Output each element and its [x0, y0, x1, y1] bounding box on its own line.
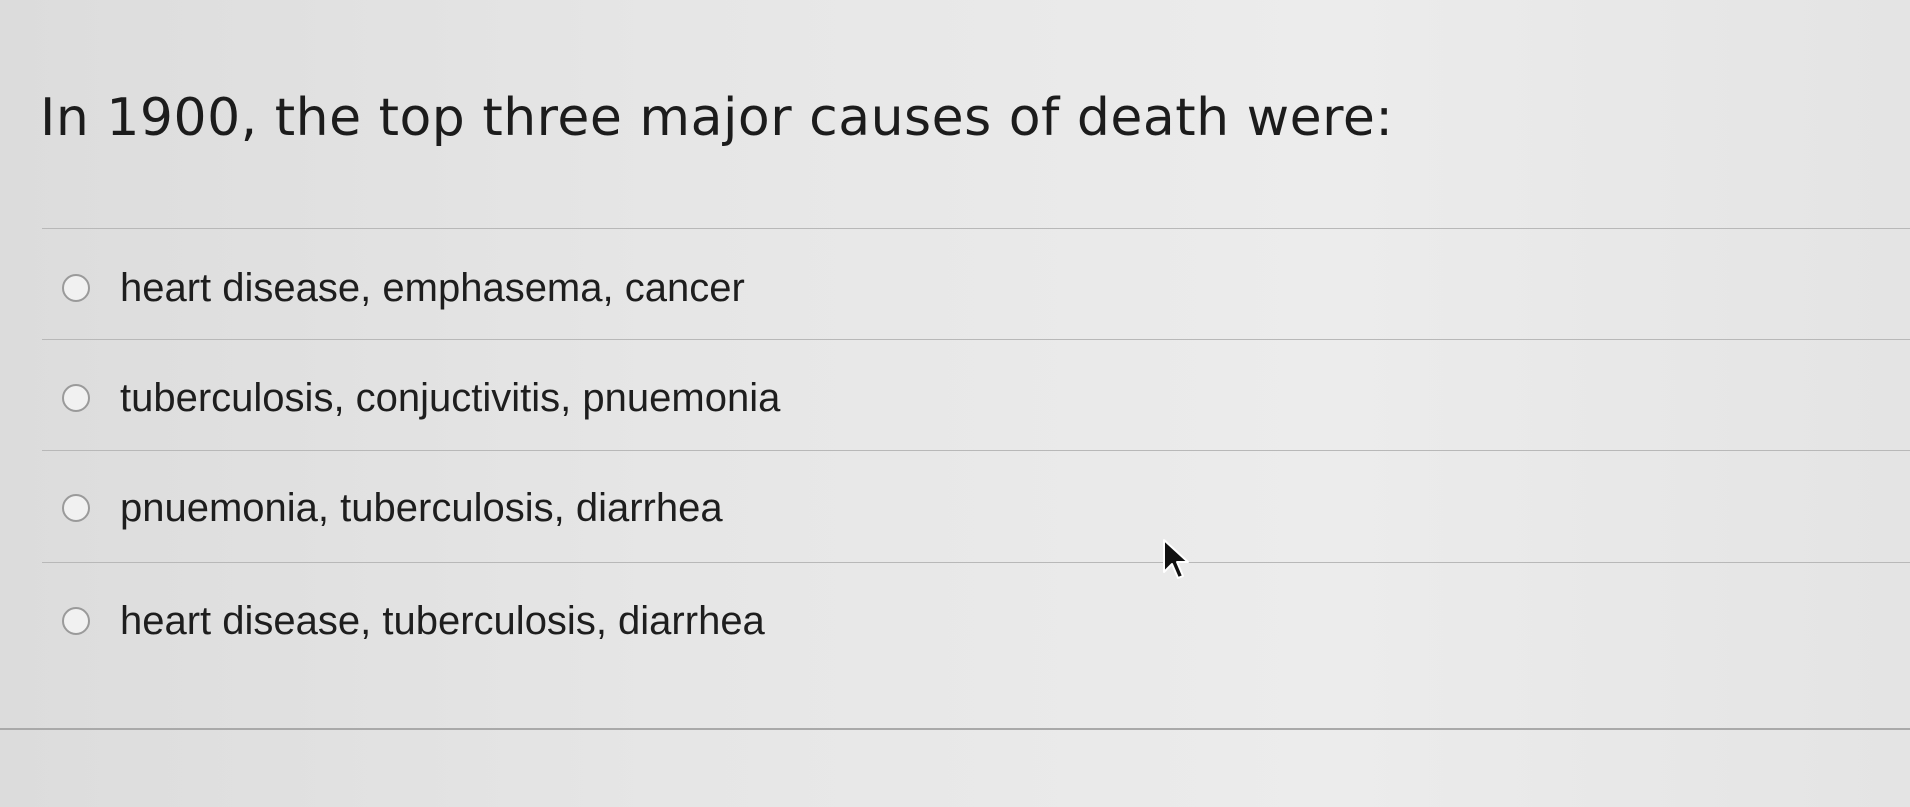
- radio-icon[interactable]: [62, 607, 90, 635]
- answer-option-label: pnuemonia, tuberculosis, diarrhea: [120, 485, 723, 530]
- divider: [0, 728, 1910, 730]
- radio-icon[interactable]: [62, 494, 90, 522]
- answer-option-1[interactable]: heart disease, emphasema, cancer: [62, 258, 745, 318]
- radio-icon[interactable]: [62, 384, 90, 412]
- divider: [42, 339, 1910, 340]
- answer-option-3[interactable]: pnuemonia, tuberculosis, diarrhea: [62, 478, 723, 538]
- question-text: In 1900, the top three major causes of d…: [40, 88, 1394, 148]
- divider: [42, 450, 1910, 451]
- answer-option-2[interactable]: tuberculosis, conjuctivitis, pnuemonia: [62, 368, 780, 428]
- answer-option-label: tuberculosis, conjuctivitis, pnuemonia: [120, 375, 781, 420]
- divider: [42, 228, 1910, 229]
- radio-icon[interactable]: [62, 274, 90, 302]
- divider: [42, 562, 1910, 563]
- answer-option-label: heart disease, emphasema, cancer: [120, 265, 745, 310]
- mouse-pointer-icon: [1163, 539, 1189, 579]
- answer-option-4[interactable]: heart disease, tuberculosis, diarrhea: [62, 591, 765, 651]
- answer-option-label: heart disease, tuberculosis, diarrhea: [120, 598, 765, 643]
